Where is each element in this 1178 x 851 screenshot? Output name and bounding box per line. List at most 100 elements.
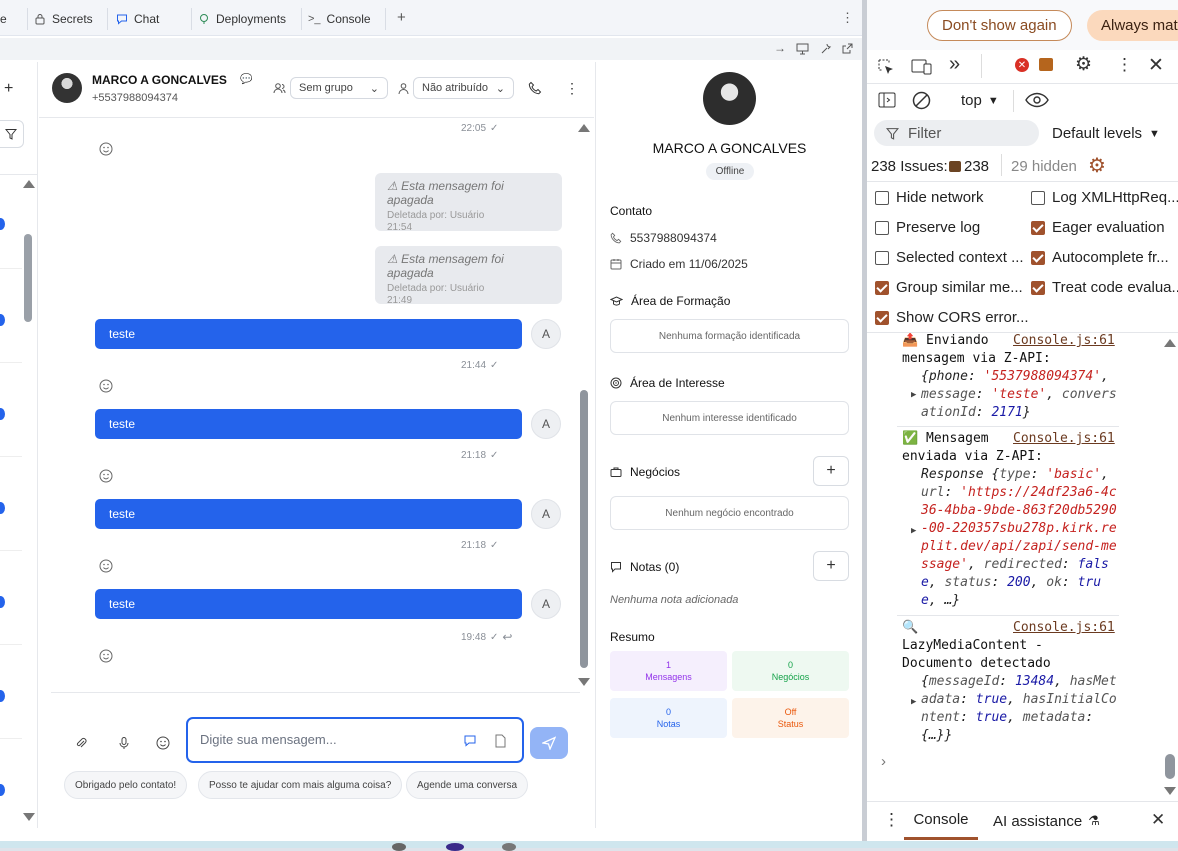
phone-icon[interactable] <box>528 81 542 95</box>
more-tabs-icon[interactable]: ⋮ <box>841 10 854 26</box>
levels-dropdown[interactable]: Default levels ▼ <box>1052 125 1160 142</box>
quick-reply-button[interactable]: Posso te ajudar com mais alguma coisa? <box>198 771 403 799</box>
sent-message[interactable]: teste <box>95 499 522 529</box>
device-toolbar-icon[interactable] <box>911 58 933 76</box>
console-filter-input[interactable]: Filter <box>874 120 1039 146</box>
send-button[interactable] <box>530 727 568 759</box>
url-bar[interactable]: → <box>0 38 862 60</box>
tab-console[interactable]: >_ Console <box>308 8 386 30</box>
tab-secrets[interactable]: Secrets <box>34 8 108 30</box>
paperclip-icon[interactable] <box>74 736 88 750</box>
console-scrollbar[interactable] <box>1165 754 1175 779</box>
close-drawer-icon[interactable]: ✕ <box>1151 810 1165 830</box>
settings-gear-icon[interactable]: ⚙ <box>1075 53 1092 76</box>
preserve-log-checkbox[interactable]: Preserve log <box>875 219 980 236</box>
emoji-icon[interactable] <box>156 736 170 750</box>
reply-icon[interactable]: ↩ <box>502 630 512 644</box>
new-tab-button[interactable]: + <box>397 9 406 26</box>
conversation-item-avatar[interactable] <box>0 408 5 420</box>
filter-button[interactable] <box>0 120 24 148</box>
more-panels-icon[interactable]: » <box>949 53 960 76</box>
sidebar-toggle-icon[interactable] <box>878 91 896 109</box>
add-conversation-icon[interactable]: + <box>4 80 13 98</box>
console-settings-gear-icon[interactable]: ⚙ <box>1088 153 1106 178</box>
expand-triangle-icon[interactable]: ▶ <box>911 522 916 540</box>
scroll-up-icon[interactable] <box>23 180 35 188</box>
tab-console-drawer[interactable]: Console <box>904 802 978 840</box>
tab-ai-assistance[interactable]: AI assistance ⚗ <box>993 802 1100 840</box>
scroll-down-icon[interactable] <box>578 678 590 686</box>
conversation-item-avatar[interactable] <box>0 218 5 230</box>
sent-message[interactable]: teste <box>95 319 522 349</box>
treat-code-eval-checkbox[interactable]: Treat code evalua... <box>1031 279 1178 296</box>
sent-message[interactable]: teste <box>95 589 522 619</box>
hide-network-checkbox[interactable]: Hide network <box>875 189 984 206</box>
log-source-link[interactable]: Console.js:61 <box>1013 333 1115 350</box>
context-selector[interactable]: top ▼ <box>961 92 999 109</box>
conversation-item-avatar[interactable] <box>0 784 5 796</box>
selected-context-checkbox[interactable]: Selected context ... <box>875 249 1024 266</box>
messages-scrollbar[interactable] <box>580 390 588 668</box>
show-cors-checkbox[interactable]: Show CORS error... <box>875 309 1029 326</box>
drawer-menu-icon[interactable]: ⋮ <box>883 810 900 830</box>
conversation-item-avatar[interactable] <box>0 502 5 514</box>
tab-partial[interactable]: e <box>0 8 28 30</box>
live-expression-eye-icon[interactable] <box>1025 92 1049 108</box>
scroll-up-icon[interactable] <box>578 124 590 132</box>
scroll-up-icon[interactable] <box>1164 339 1176 347</box>
clear-console-icon[interactable] <box>912 91 931 110</box>
scroll-down-icon[interactable] <box>23 813 35 821</box>
log-object[interactable]: ▶ Response {type: 'basic', url: 'https:/… <box>902 466 1128 610</box>
warning-message-icon[interactable] <box>1039 58 1053 71</box>
external-link-icon[interactable] <box>841 42 854 55</box>
taskbar-app-icon[interactable] <box>502 843 516 851</box>
reaction-emoji-icon[interactable] <box>99 379 113 393</box>
conversation-scrollbar[interactable] <box>24 234 32 322</box>
message-input[interactable]: Digite sua mensagem... <box>186 717 524 763</box>
eager-evaluation-checkbox[interactable]: Eager evaluation <box>1031 219 1165 236</box>
reaction-emoji-icon[interactable] <box>99 649 113 663</box>
log-xmlhttp-checkbox[interactable]: Log XMLHttpReq... <box>1031 189 1178 206</box>
message-template-icon[interactable] <box>463 734 477 748</box>
more-options-icon[interactable]: ⋮ <box>565 80 579 97</box>
taskbar-app-icon[interactable] <box>392 843 406 851</box>
quick-reply-button[interactable]: Obrigado pelo contato! <box>64 771 188 799</box>
log-source-link[interactable]: Console.js:61 <box>1013 619 1115 637</box>
reaction-emoji-icon[interactable] <box>99 142 113 156</box>
tab-chat[interactable]: Chat <box>116 8 192 30</box>
go-arrow-icon[interactable]: → <box>774 41 786 55</box>
microphone-icon[interactable] <box>117 736 131 750</box>
error-icon[interactable]: ✕ <box>1015 58 1029 72</box>
document-icon[interactable] <box>494 734 507 748</box>
always-match-button[interactable]: Always mat <box>1087 10 1178 41</box>
log-source-link[interactable]: Console.js:61 <box>1013 430 1115 448</box>
inspect-element-icon[interactable] <box>877 58 895 76</box>
add-note-button[interactable]: + <box>813 551 849 581</box>
conversation-item-avatar[interactable] <box>0 690 5 702</box>
avatar[interactable] <box>52 73 82 103</box>
group-select[interactable]: Sem grupo ⌄ <box>290 77 388 99</box>
scroll-down-icon[interactable] <box>1164 787 1176 795</box>
more-options-icon[interactable]: ⋮ <box>1116 55 1133 75</box>
taskbar-app-icon[interactable] <box>446 843 464 851</box>
dont-show-again-button[interactable]: Don't show again <box>927 10 1072 41</box>
assign-select[interactable]: Não atribuído ⌄ <box>413 77 514 99</box>
console-prompt-icon[interactable]: › <box>881 753 886 770</box>
expand-triangle-icon[interactable]: ▶ <box>911 386 916 404</box>
issues-count-button[interactable]: 238 <box>949 158 989 175</box>
reaction-emoji-icon[interactable] <box>99 559 113 573</box>
log-object[interactable]: ▶ {phone: '5537988094374', message: 'tes… <box>902 368 1128 422</box>
conversation-item-avatar[interactable] <box>0 596 5 608</box>
expand-triangle-icon[interactable]: ▶ <box>911 693 916 711</box>
conversation-item-avatar[interactable] <box>0 314 5 326</box>
log-object[interactable]: ▶ {messageId: 13484, hasMet adata: true,… <box>902 673 1128 745</box>
reaction-emoji-icon[interactable] <box>99 469 113 483</box>
add-negocio-button[interactable]: + <box>813 456 849 486</box>
autocomplete-checkbox[interactable]: Autocomplete fr... <box>1031 249 1169 266</box>
close-devtools-icon[interactable]: ✕ <box>1148 54 1164 77</box>
tab-deployments[interactable]: Deployments <box>198 8 302 30</box>
quick-reply-button[interactable]: Agende uma conversa <box>406 771 529 799</box>
wrench-icon[interactable] <box>819 42 832 55</box>
monitor-icon[interactable] <box>796 42 809 55</box>
group-similar-checkbox[interactable]: Group similar me... <box>875 279 1023 296</box>
